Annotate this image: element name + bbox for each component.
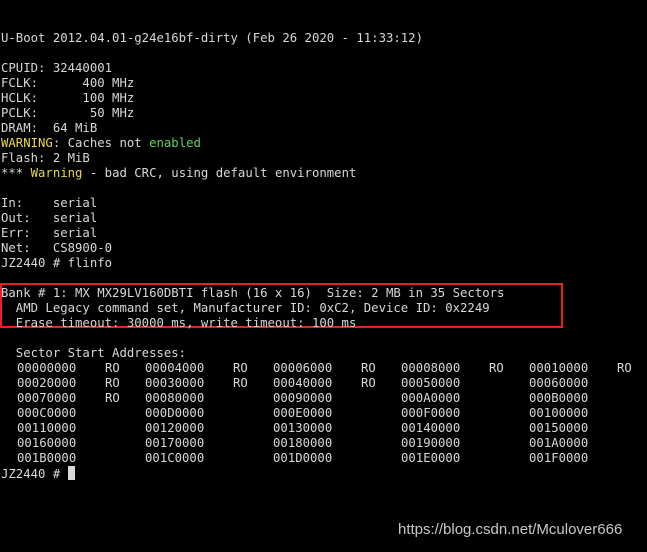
sector-readonly-flag: RO [489, 361, 504, 375]
sector-address: 001B0000 [17, 451, 77, 465]
sector-address: 00180000 [273, 436, 333, 450]
crc-warning-text: - bad CRC, using default environment [82, 166, 357, 180]
sector-address: 00140000 [401, 421, 461, 435]
sector-readonly-flag: RO [105, 376, 120, 390]
crc-warning-label: Warning [30, 166, 83, 180]
watermark: https://blog.csdn.net/Mculover666 [398, 521, 623, 538]
bank-info-line: Bank # 1: MX MX29LV160DBTI flash (16 x 1… [1, 286, 505, 300]
enabled-text: enabled [149, 136, 201, 150]
sector-header: Sector Start Addresses: [1, 346, 187, 360]
sector-address: 00130000 [273, 421, 333, 435]
pclk-line: PCLK: 50 MHz [1, 106, 135, 120]
sector-address: 00004000 [145, 361, 205, 375]
sector-address: 00090000 [273, 391, 333, 405]
sector-address: 00120000 [145, 421, 205, 435]
sector-address: 00030000 [145, 376, 205, 390]
sector-address: 000C0000 [17, 406, 77, 420]
fclk-line: FCLK: 400 MHz [1, 76, 135, 90]
crc-prefix: *** [1, 166, 31, 180]
timeout-line: Erase timeout: 30000 ms, write timeout: … [1, 316, 357, 330]
caches-warning-text: : Caches not [52, 136, 150, 150]
sector-address: 000A0000 [401, 391, 461, 405]
sector-readonly-flag: RO [105, 391, 120, 405]
sector-address: 001D0000 [273, 451, 333, 465]
terminal-window[interactable]: U-Boot 2012.04.01-g24e16bf-dirty (Feb 26… [0, 0, 647, 552]
sector-address: 001A0000 [529, 436, 589, 450]
sector-address: 00100000 [529, 406, 589, 420]
flash-line: Flash: 2 MiB [1, 151, 90, 165]
sector-address: 00110000 [17, 421, 77, 435]
dram-line: DRAM: 64 MiB [1, 121, 98, 135]
sector-address: 00160000 [17, 436, 77, 450]
uboot-banner: U-Boot 2012.04.01-g24e16bf-dirty (Feb 26… [1, 31, 423, 45]
sector-address: 00190000 [401, 436, 461, 450]
sector-address: 00010000 [529, 361, 589, 375]
sector-address: 00006000 [273, 361, 333, 375]
caches-warning-line: WARNING: Caches not enabled [1, 136, 201, 151]
cpuid-line: CPUID: 32440001 [1, 61, 113, 75]
shell-prompt: JZ2440 # [1, 467, 68, 481]
sector-address: 00080000 [145, 391, 205, 405]
net-line: Net: CS8900-0 [1, 241, 113, 255]
sector-readonly-flag: RO [233, 376, 248, 390]
sector-address: 00050000 [401, 376, 461, 390]
sector-address: 00170000 [145, 436, 205, 450]
sector-readonly-flag: RO [617, 361, 632, 375]
stdout-line: Out: serial [1, 211, 98, 225]
sector-address: 000E0000 [273, 406, 333, 420]
text-cursor [67, 466, 75, 480]
sector-address: 000D0000 [145, 406, 205, 420]
sector-address: 00040000 [273, 376, 333, 390]
sector-address: 00150000 [529, 421, 589, 435]
hclk-line: HCLK: 100 MHz [1, 91, 135, 105]
sector-address: 001C0000 [145, 451, 205, 465]
sector-readonly-flag: RO [361, 376, 376, 390]
sector-address: 00008000 [401, 361, 461, 375]
sector-address: 000B0000 [529, 391, 589, 405]
sector-readonly-flag: RO [361, 361, 376, 375]
prompt-line[interactable]: JZ2440 # [1, 466, 75, 481]
sector-address: 00020000 [17, 376, 77, 390]
sector-address: 000F0000 [401, 406, 461, 420]
stdin-line: In: serial [1, 196, 98, 210]
flinfo-command: JZ2440 # flinfo [1, 256, 113, 270]
sector-address: 001E0000 [401, 451, 461, 465]
sector-readonly-flag: RO [105, 361, 120, 375]
warning-label: WARNING [1, 136, 53, 150]
sector-address: 00000000 [17, 361, 77, 375]
sector-readonly-flag: RO [233, 361, 248, 375]
sector-address: 001F0000 [529, 451, 589, 465]
crc-warning-line: *** Warning - bad CRC, using default env… [1, 166, 356, 181]
sector-address: 00070000 [17, 391, 77, 405]
command-set-line: AMD Legacy command set, Manufacturer ID:… [1, 301, 490, 315]
sector-address: 00060000 [529, 376, 589, 390]
stderr-line: Err: serial [1, 226, 98, 240]
